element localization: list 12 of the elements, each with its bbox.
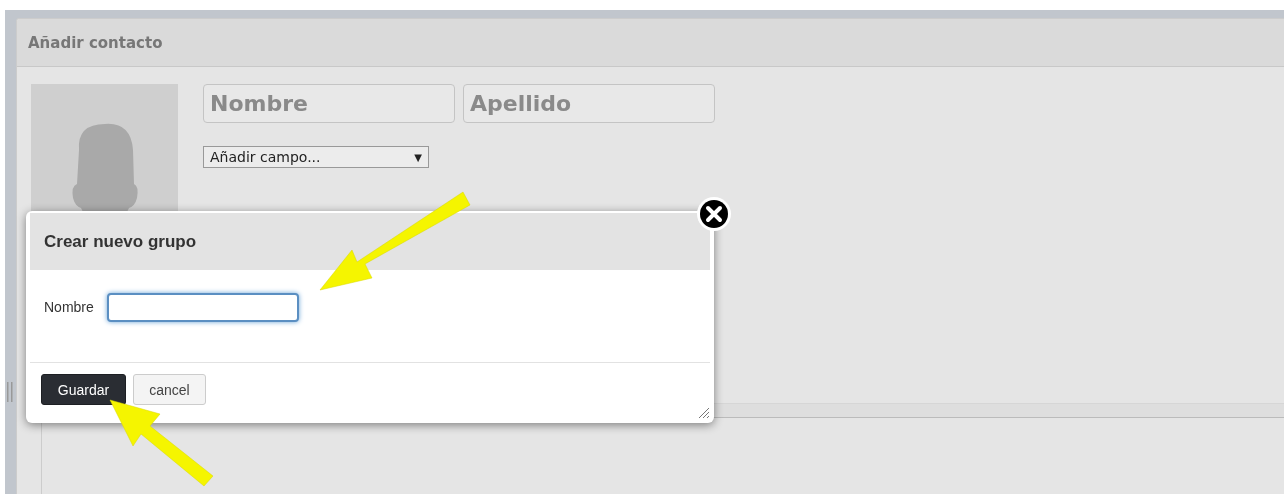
first-name-field[interactable]: Nombre (203, 84, 455, 123)
drag-handle-icon[interactable] (7, 382, 13, 402)
cancel-button[interactable]: cancel (133, 374, 206, 405)
dialog-title: Crear nuevo grupo (44, 231, 197, 252)
last-name-field[interactable]: Apellido (463, 84, 715, 123)
group-name-field[interactable] (106, 292, 299, 322)
add-field-dropdown[interactable]: Añadir campo... ▼ (203, 146, 429, 168)
resize-grip-icon[interactable] (698, 407, 710, 419)
panel-title: Añadir contacto (28, 33, 163, 52)
save-button[interactable]: Guardar (41, 374, 126, 405)
field-label: Nombre (44, 299, 94, 315)
close-icon[interactable] (696, 196, 732, 232)
